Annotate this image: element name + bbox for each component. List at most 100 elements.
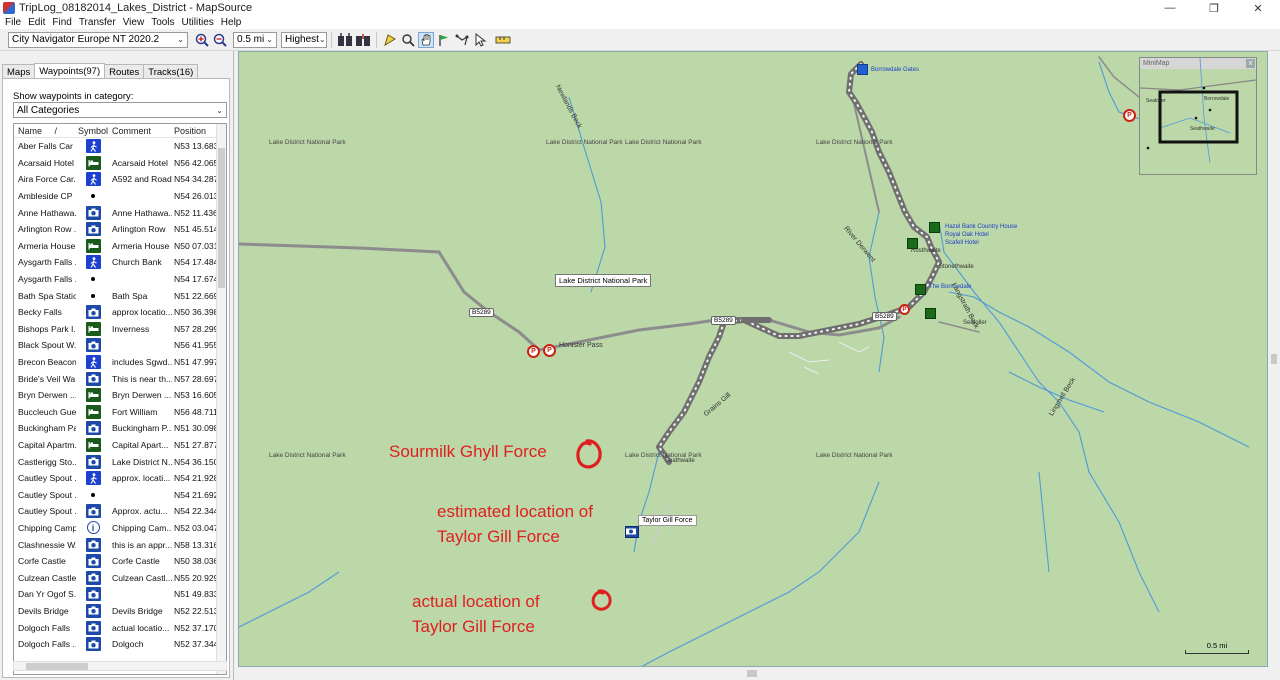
zoom-tool-icon[interactable]	[400, 32, 416, 48]
menu-find[interactable]: Find	[50, 17, 76, 28]
waypoint-comment: approx locatio...	[112, 307, 172, 318]
column-header-position[interactable]: Position	[172, 126, 218, 136]
map-product-select[interactable]: City Navigator Europe NT 2020.2 ⌄	[8, 31, 188, 48]
menu-help[interactable]: Help	[219, 17, 247, 28]
map-view[interactable]: Lake District National Park Lake Distric…	[238, 51, 1268, 667]
parking-icon[interactable]: P	[543, 344, 556, 357]
lane-2	[838, 341, 870, 353]
waypoint-symbol	[76, 338, 110, 353]
zoom-in-icon[interactable]	[194, 32, 210, 48]
table-row[interactable]: Bishops Park I... Inverness N57 28.299	[14, 321, 226, 338]
table-row[interactable]: Aber Falls Car ... N53 13.683	[14, 138, 226, 155]
distance-tool-icon[interactable]	[495, 32, 511, 48]
camera-icon[interactable]	[625, 526, 639, 538]
table-row[interactable]: Acarsaid Hotel Acarsaid Hotel N56 42.065	[14, 155, 226, 172]
lodging-icon[interactable]	[907, 238, 918, 249]
restore-button[interactable]: ❐	[1192, 0, 1236, 16]
lodging-icon	[85, 404, 101, 419]
table-row[interactable]: Dolgoch Falls ... Dolgoch N52 37.344	[14, 636, 226, 653]
category-select[interactable]: All Categories ⌄	[13, 102, 227, 118]
waypoint-name: Buckingham Pa...	[18, 423, 76, 434]
map-vertical-scrollbar[interactable]	[1268, 51, 1280, 667]
send-to-device-icon[interactable]	[355, 32, 371, 48]
table-row[interactable]: Cautley Spout ... approx. locati... N54 21…	[14, 470, 226, 487]
parking-icon[interactable]: P	[1123, 109, 1136, 122]
column-header-comment[interactable]: Comment	[110, 126, 172, 136]
table-row[interactable]: Aysgarth Falls ... N54 17.674	[14, 271, 226, 288]
lodging-icon[interactable]	[929, 222, 940, 233]
table-row[interactable]: Clashnessie W... this is an appr... N58 13…	[14, 536, 226, 553]
menu-transfer[interactable]: Transfer	[77, 17, 121, 28]
lodging-icon[interactable]	[925, 308, 936, 319]
column-header-symbol[interactable]: Symbol	[76, 126, 110, 136]
table-row[interactable]: Dan Yr Ogof S... N51 49.833	[14, 586, 226, 603]
camera-icon	[85, 305, 101, 320]
parking-icon[interactable]: P	[899, 304, 910, 315]
table-row[interactable]: Dolgoch Falls actual locatio... N52 37.170	[14, 619, 226, 636]
table-row[interactable]: Buccleuch Gue... Fort William N56 48.711	[14, 404, 226, 421]
menu-tools[interactable]: Tools	[149, 17, 179, 28]
table-row[interactable]: Ambleside CP N54 26.013	[14, 188, 226, 205]
table-row[interactable]: Culzean Castle Culzean Castl... N55 20.929	[14, 569, 226, 586]
table-row[interactable]: Cautley Spout ... Approx. actu... N54 22.3…	[14, 503, 226, 520]
minimize-button[interactable]: —	[1148, 0, 1192, 16]
table-row[interactable]: Aysgarth Falls ... Church Bank N54 17.484	[14, 254, 226, 271]
tab-waypoints[interactable]: Waypoints(97)	[34, 63, 106, 78]
waypoint-comment: Capital Apart...	[112, 439, 169, 450]
receive-from-device-icon[interactable]	[337, 32, 353, 48]
annotation-actual-line2: Taylor Gill Force	[412, 616, 535, 636]
table-row[interactable]: Buckingham Pa... Buckingham P...N51 30.09…	[14, 420, 226, 437]
menu-file[interactable]: File	[3, 17, 26, 28]
park-label: Lake District National Park	[625, 139, 702, 146]
tab-routes[interactable]: Routes	[104, 64, 145, 78]
zoom-out-icon[interactable]	[212, 32, 228, 48]
table-row[interactable]: Anne Hathawa... Anne Hathawa... N52 11.436	[14, 204, 226, 221]
waypoint-list-vertical-scrollbar[interactable]	[216, 124, 226, 674]
table-row[interactable]: Capital Apartm... Capital Apart... N51 27.…	[14, 437, 226, 454]
table-row[interactable]: Black Spout W... N56 41.955	[14, 337, 226, 354]
waypoint-list-horizontal-scrollbar[interactable]	[13, 661, 227, 671]
table-row[interactable]: Bath Spa Station Bath Spa N51 22.669	[14, 287, 226, 304]
table-row[interactable]: Bride's Veil Wa... This is near th... N57 …	[14, 370, 226, 387]
route-tool-icon[interactable]	[454, 32, 470, 48]
parking-icon[interactable]: P	[527, 345, 540, 358]
table-row[interactable]: Arlington Row ... Arlington Row N51 45.514	[14, 221, 226, 238]
menu-view[interactable]: View	[121, 17, 150, 28]
scrollbar-thumb[interactable]	[747, 670, 757, 677]
detail-level-select[interactable]: Highest ⌄	[281, 31, 327, 48]
close-button[interactable]: ✕	[1236, 0, 1280, 16]
lodging-icon[interactable]	[915, 284, 926, 295]
table-row[interactable]: Aira Force Car... A592 and Road N54 34.287	[14, 171, 226, 188]
scrollbar-thumb[interactable]	[26, 663, 88, 670]
menu-edit[interactable]: Edit	[26, 17, 50, 28]
column-header-name[interactable]: Name /	[14, 126, 76, 136]
tab-tracks[interactable]: Tracks(16)	[143, 64, 199, 78]
waypoint-list[interactable]: Name / Symbol Comment Position Aber Fall…	[13, 123, 227, 675]
table-row[interactable]: Corfe Castle Corfe Castle N50 38.036	[14, 553, 226, 570]
table-row[interactable]: Brecon Beacon... includes Sgwd...N51 47.9…	[14, 354, 226, 371]
pointer-tool-icon[interactable]	[472, 32, 488, 48]
zoom-level-select[interactable]: 0.5 mi ⌄	[233, 31, 277, 48]
waypoint-position: N52 22.513	[174, 605, 218, 616]
waypoint-symbol	[76, 454, 110, 469]
building-icon[interactable]	[857, 64, 868, 75]
tab-maps[interactable]: Maps	[2, 64, 36, 78]
window-controls: — ❐ ✕	[1148, 0, 1280, 16]
scrollbar-thumb[interactable]	[218, 148, 225, 288]
table-row[interactable]: Bryn Derwen ... Bryn Derwen ... N53 16.605	[14, 387, 226, 404]
hand-tool-icon[interactable]	[418, 31, 434, 48]
toolbar: City Navigator Europe NT 2020.2 ⌄ 0.5 mi…	[0, 29, 1280, 51]
map-horizontal-scrollbar[interactable]	[238, 667, 1268, 680]
waypoint-list-header: Name / Symbol Comment Position	[14, 124, 226, 138]
table-row[interactable]: Armeria House Armeria House N50 07.031	[14, 238, 226, 255]
waypoint-tool-icon[interactable]	[436, 32, 452, 48]
table-row[interactable]: Castlerigg Sto... Lake District N... N54 3…	[14, 453, 226, 470]
table-row[interactable]: Cautley Spout ... N54 21.692	[14, 486, 226, 503]
table-row[interactable]: Devils Bridge Devils Bridge N52 22.513	[14, 603, 226, 620]
minimap[interactable]: MiniMap x Borrowdale Seatoller Seathwait…	[1139, 57, 1257, 175]
scrollbar-thumb[interactable]	[1271, 354, 1277, 364]
selection-tool-icon[interactable]	[382, 32, 398, 48]
table-row[interactable]: Chipping Camp... i Chipping Cam...N52 03.0…	[14, 520, 226, 537]
table-row[interactable]: Becky Falls approx locatio... N50 36.398	[14, 304, 226, 321]
menu-utilities[interactable]: Utilities	[180, 17, 219, 28]
